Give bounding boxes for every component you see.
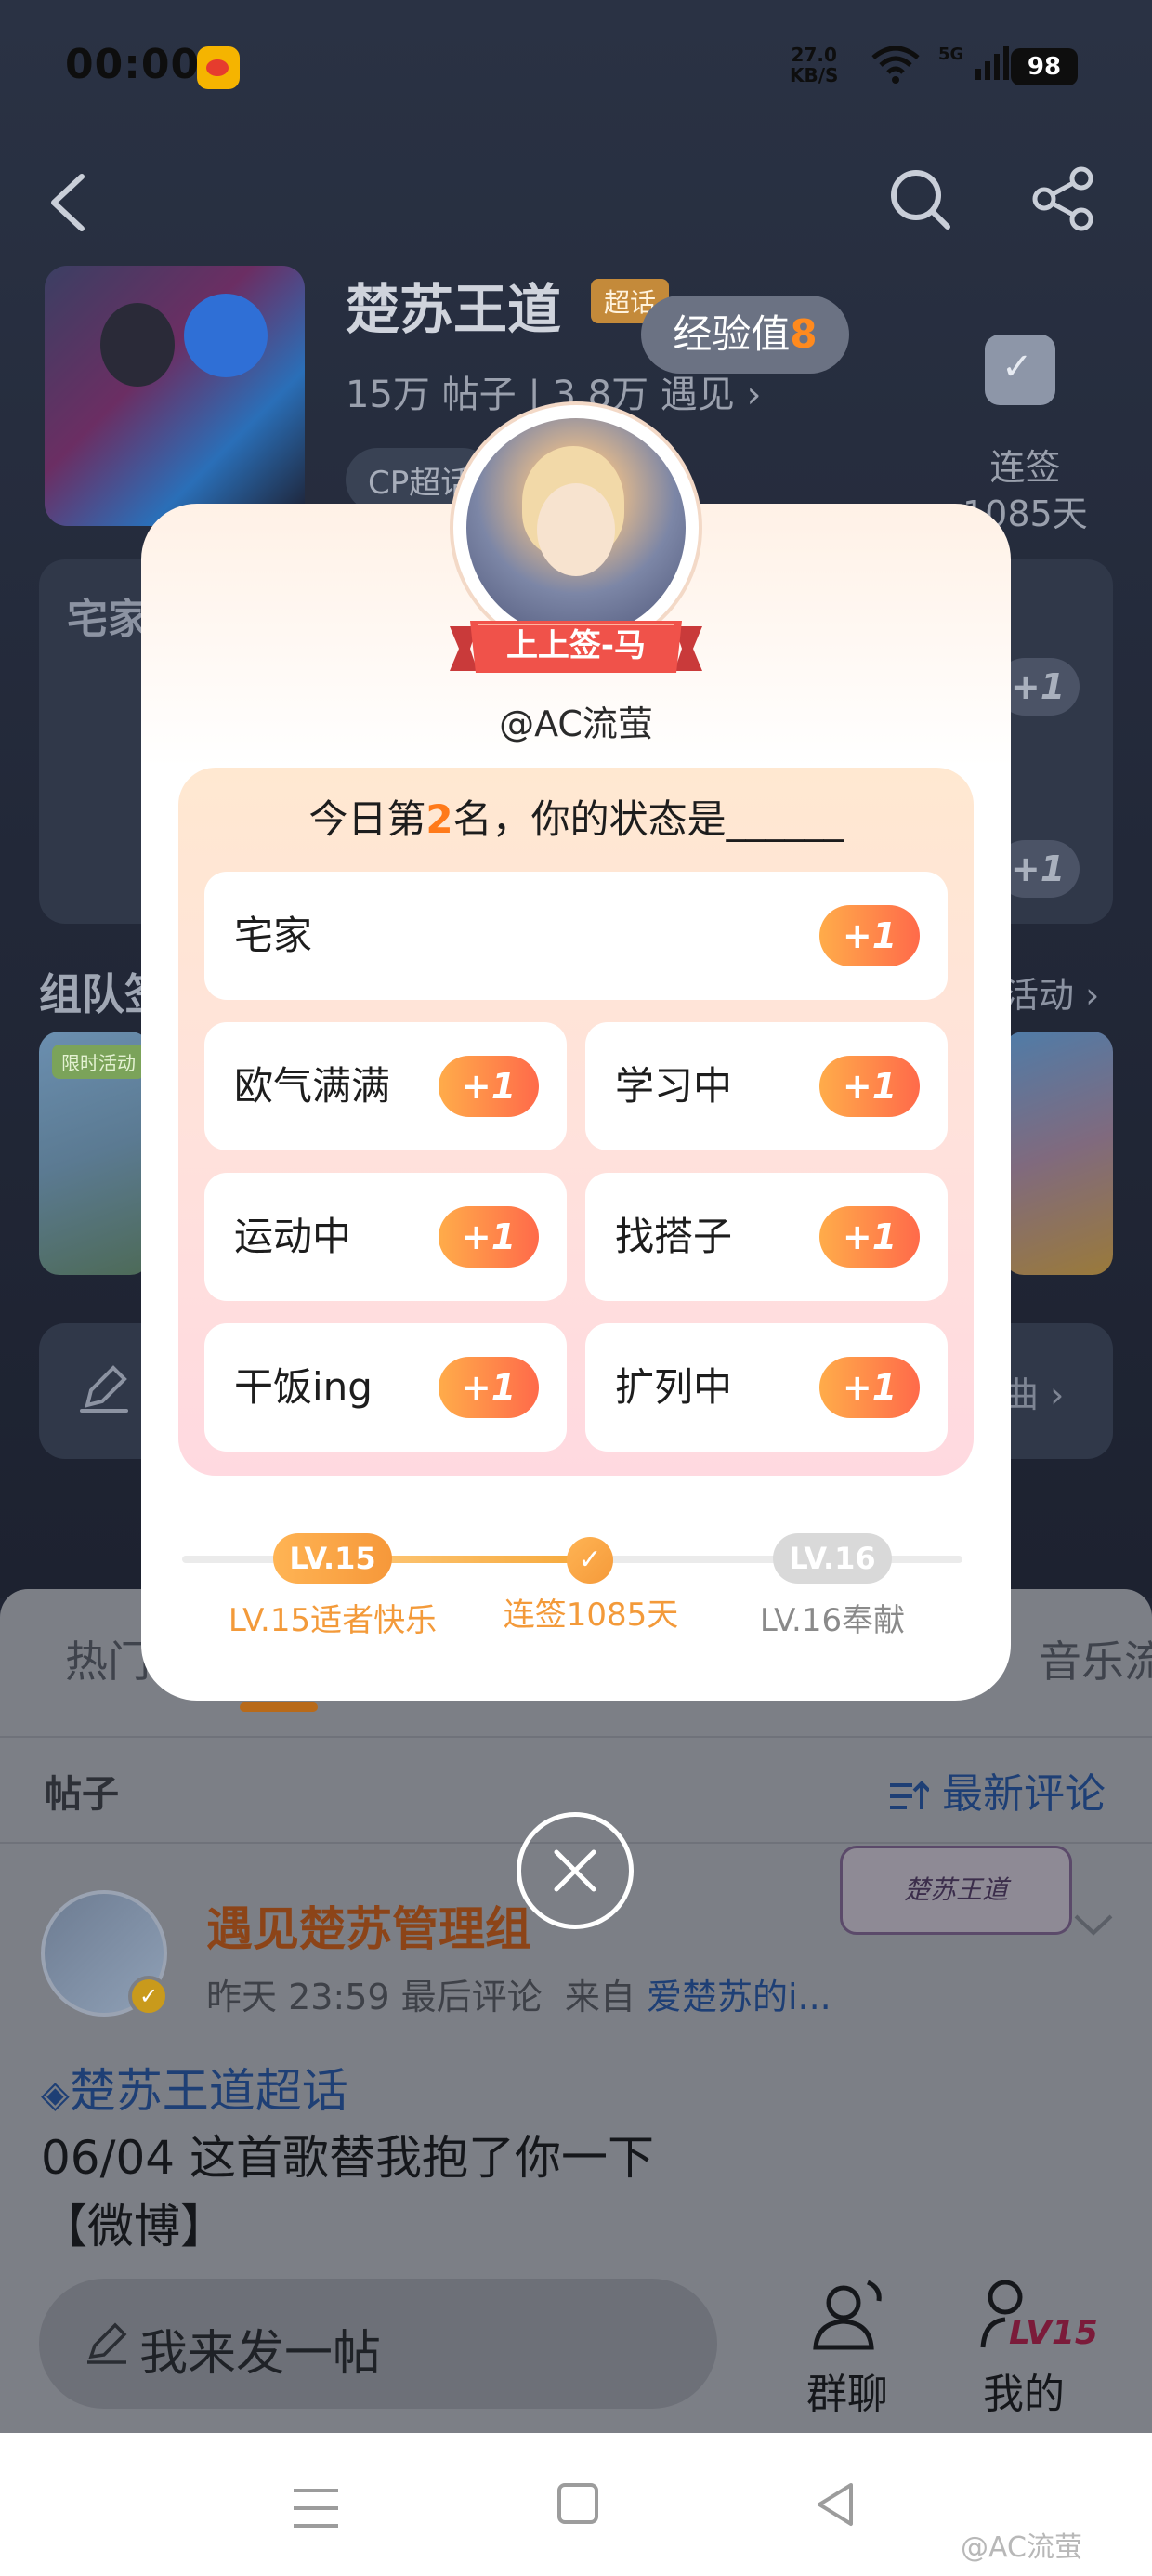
- fortune-label: 上上签-马: [505, 627, 647, 664]
- divider: [0, 1736, 1152, 1738]
- next-level-badge: LV.16: [773, 1533, 892, 1584]
- avatar: [466, 418, 686, 637]
- option-label: 学习中: [615, 1063, 733, 1109]
- signal-icon: 5G: [938, 45, 1011, 89]
- network-speed: 27.0 KB/S: [790, 44, 839, 86]
- tab-hot[interactable]: 热门: [65, 1628, 151, 1689]
- post-text: 06/04 这首歌替我抱了你一下: [41, 2131, 654, 2185]
- verified-icon: ✓: [128, 1976, 169, 2017]
- search-icon[interactable]: [886, 165, 953, 232]
- close-icon: [554, 1849, 596, 1892]
- plus-one-button[interactable]: +1: [439, 1357, 539, 1418]
- tool-more-link[interactable]: 曲 ›: [1003, 1366, 1064, 1417]
- home-icon[interactable]: [557, 2483, 598, 2524]
- team-card[interactable]: [1003, 1032, 1113, 1275]
- check-icon: ✓: [567, 1537, 613, 1584]
- status-option-eating[interactable]: 干饭ing +1: [204, 1323, 567, 1452]
- next-level-title: LV.16奉献: [759, 1602, 906, 1639]
- topic-hashtag[interactable]: ◈楚苏王道超话: [41, 2054, 348, 2121]
- posts-label: 帖子: [45, 1773, 119, 1816]
- pencil-icon: [84, 2320, 130, 2366]
- post-text: 【微博】: [41, 2200, 227, 2254]
- current-level-title: LV.15适者快乐: [228, 1602, 438, 1639]
- option-label: 欧气满满: [234, 1063, 391, 1109]
- option-label: 干饭ing: [234, 1364, 373, 1410]
- current-level-badge: LV.15: [273, 1533, 392, 1584]
- status-question: 今日第2名，你的状态是______: [308, 796, 844, 842]
- chevron-down-icon[interactable]: [1070, 1907, 1117, 1944]
- crown-sticker: 楚苏王道: [840, 1846, 1072, 1935]
- plus-one-button[interactable]: +1: [439, 1056, 539, 1117]
- group-chat-label[interactable]: 群聊: [806, 2360, 888, 2420]
- plus-one-button[interactable]: +1: [819, 1357, 920, 1418]
- team-more-link[interactable]: 活动 ›: [1003, 966, 1099, 1018]
- status-option-partner[interactable]: 找搭子 +1: [585, 1173, 948, 1301]
- sort-button[interactable]: 最新评论: [888, 1760, 1106, 1820]
- weibo-app-icon: [197, 46, 240, 89]
- status-option-zhaijia[interactable]: 宅家 +1: [204, 872, 948, 1000]
- tab-music[interactable]: 音乐流: [1039, 1628, 1152, 1689]
- option-label: 扩列中: [615, 1364, 733, 1410]
- share-icon[interactable]: [1029, 165, 1096, 232]
- back-triangle-icon[interactable]: [812, 2479, 858, 2530]
- topic-title: 楚苏王道: [346, 278, 562, 341]
- option-label: 运动中: [234, 1214, 352, 1259]
- battery-indicator: 98: [1011, 48, 1078, 85]
- status-option-ouqi[interactable]: 欧气满满 +1: [204, 1022, 567, 1150]
- back-icon[interactable]: [41, 165, 97, 240]
- close-button[interactable]: [517, 1812, 634, 1929]
- option-label: 找搭子: [615, 1214, 733, 1259]
- experience-toast: 经验值8: [641, 296, 849, 374]
- streak-label: 连签1085天: [503, 1597, 679, 1634]
- plus-one-button[interactable]: +1: [439, 1206, 539, 1268]
- post-meta: 昨天 23:59 最后评论 来自 爱楚苏的i...: [206, 1977, 831, 2017]
- option-label: 宅家: [234, 913, 313, 958]
- status-option-friends[interactable]: 扩列中 +1: [585, 1323, 948, 1452]
- limited-tag: 限时活动: [52, 1045, 145, 1079]
- plus-one-button[interactable]: +1: [819, 1056, 920, 1117]
- compose-placeholder: 我来发一帖: [139, 2326, 382, 2382]
- status-time: 00:00: [65, 41, 201, 88]
- plus-one-button[interactable]: +1: [819, 1206, 920, 1268]
- watermark: @AC流萤: [961, 2531, 1082, 2564]
- status-option-exercise[interactable]: 运动中 +1: [204, 1173, 567, 1301]
- group-chat-icon[interactable]: [806, 2275, 892, 2359]
- level-badge: LV15: [1009, 2314, 1098, 2352]
- author-name[interactable]: 遇见楚苏管理组: [206, 1892, 531, 1959]
- topic-cover-image: [45, 266, 305, 526]
- menu-icon[interactable]: [290, 2485, 342, 2531]
- calendar-check-icon[interactable]: [985, 335, 1055, 405]
- tab-underline: [240, 1702, 318, 1712]
- username: @AC流萤: [499, 703, 653, 744]
- edit-icon[interactable]: [74, 1359, 134, 1418]
- mine-label[interactable]: 我的: [983, 2360, 1065, 2420]
- wifi-icon: [870, 45, 922, 92]
- status-option-study[interactable]: 学习中 +1: [585, 1022, 948, 1150]
- plus-one-button[interactable]: +1: [819, 905, 920, 966]
- status-panel-title: 宅家: [67, 596, 149, 643]
